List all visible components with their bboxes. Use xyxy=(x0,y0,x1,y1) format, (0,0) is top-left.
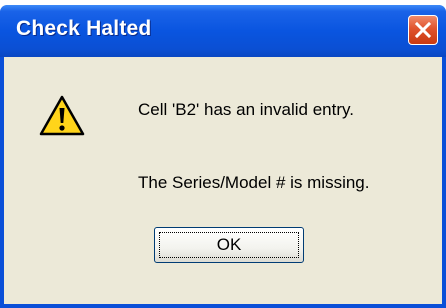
title-bar[interactable]: Check Halted xyxy=(0,5,446,57)
warning-icon xyxy=(39,95,85,136)
message-line-1: Cell 'B2' has an invalid entry. xyxy=(138,100,354,119)
ok-button-label: OK xyxy=(216,235,242,254)
ok-button[interactable]: OK xyxy=(154,227,304,263)
dialog-body: Cell 'B2' has an invalid entry. The Seri… xyxy=(4,57,442,304)
close-button[interactable] xyxy=(408,15,438,45)
close-icon xyxy=(414,21,432,39)
dialog-window: Check Halted Cell 'B2' has an invalid en… xyxy=(0,5,446,308)
dialog-title: Check Halted xyxy=(16,17,152,40)
message-line-2: The Series/Model # is missing. xyxy=(138,173,370,192)
